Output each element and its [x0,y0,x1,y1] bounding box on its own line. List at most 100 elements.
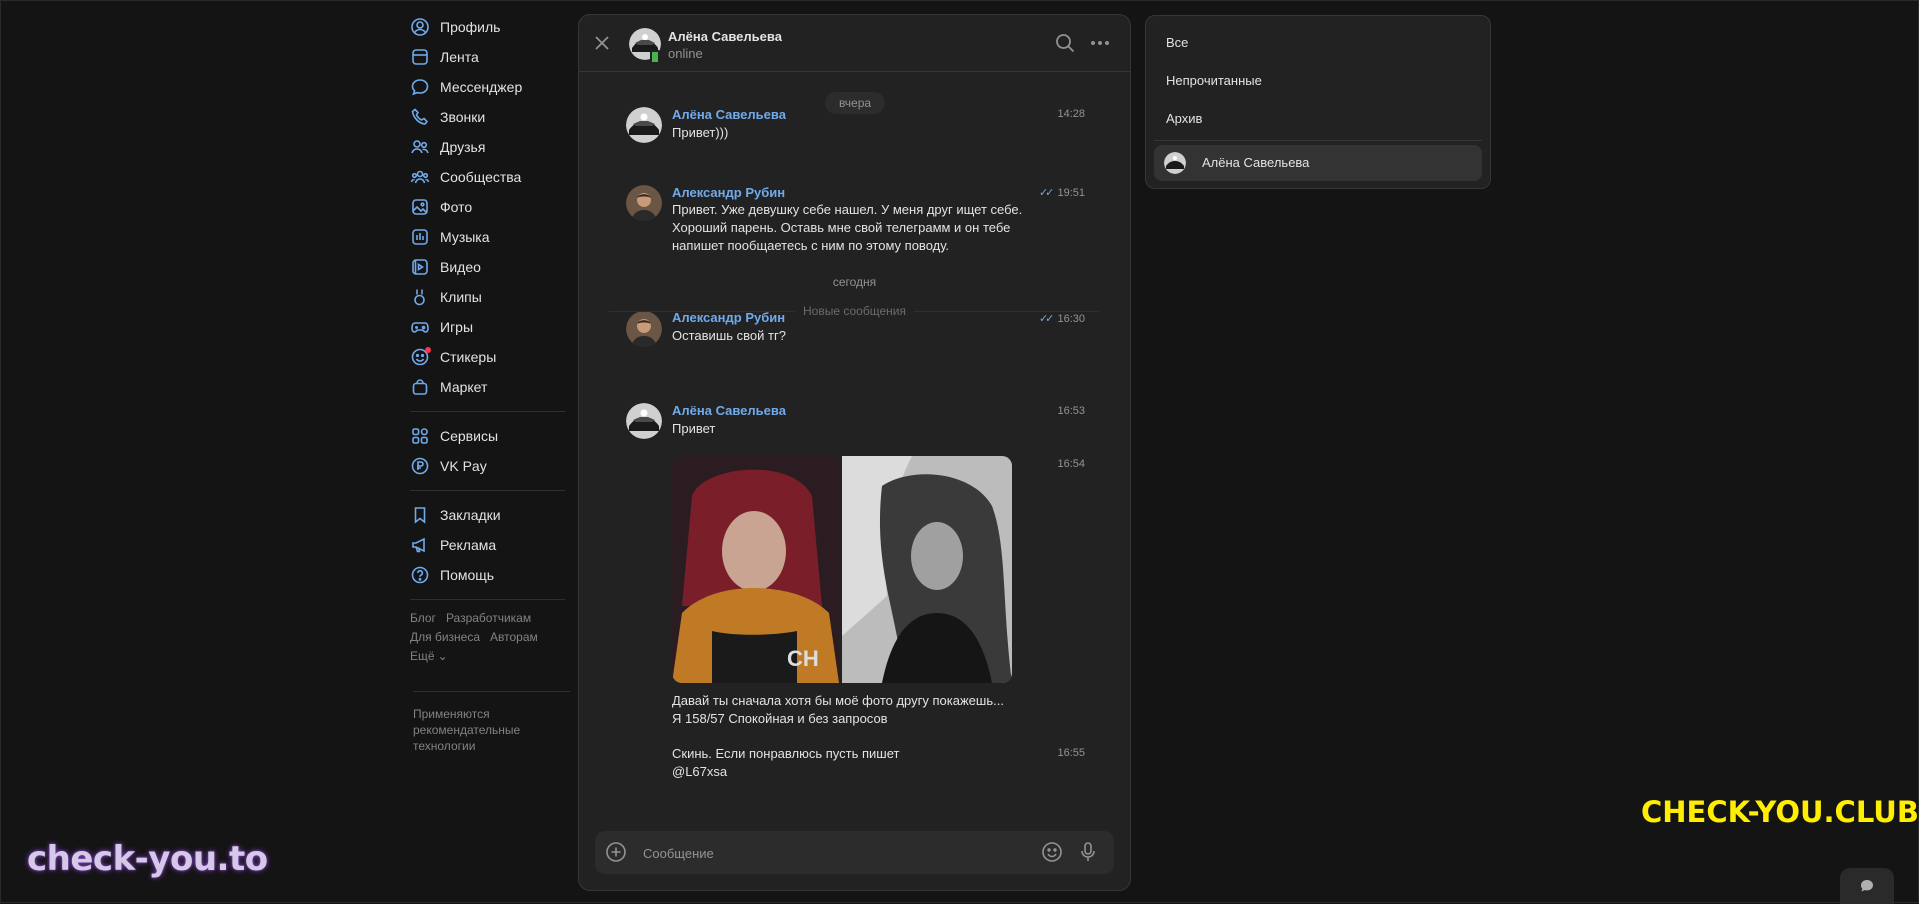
watermark-right: CHECK-YOU.CLUB [1641,795,1919,829]
footer-link-blog[interactable]: Блог [410,611,436,625]
nav-item-label: Сообщества [440,169,522,185]
folder-chat-item[interactable]: Алёна Савельева [1154,145,1482,181]
left-navigation: Профиль Лента Мессенджер Звонки Друзья С… [410,12,570,666]
nav-divider [410,599,565,600]
search-icon[interactable] [1054,32,1076,54]
nav-item-label: Реклама [440,537,497,553]
close-icon [595,36,609,50]
microphone-icon[interactable] [1077,841,1099,863]
photo-right[interactable] [842,456,1012,683]
message-line: @L67xsa [672,764,728,779]
chat-fab-button[interactable] [1840,868,1894,904]
nav-item-photo[interactable]: Фото [410,192,570,222]
footer-link-business[interactable]: Для бизнеса [410,630,480,644]
avatar[interactable] [626,107,662,143]
music-icon [410,227,430,247]
footer-link-more[interactable]: Ещё ⌄ [410,649,458,663]
communities-icon [410,167,430,187]
folder-unread[interactable]: Непрочитанные [1166,73,1262,88]
message-line: Оставишь свой тг? [672,328,786,343]
nav-item-label: Мессенджер [440,79,523,95]
folder-chat-name: Алёна Савельева [1202,155,1310,170]
nav-item-games[interactable]: Игры [410,312,570,342]
video-icon [410,257,430,277]
message-line: Привет [672,421,716,436]
vkpay-icon [410,456,430,476]
nav-item-label: Звонки [440,109,486,125]
nav-item-profile[interactable]: Профиль [410,12,570,42]
photo-left[interactable]: CH [672,456,839,683]
nav-item-video[interactable]: Видео [410,252,570,282]
message-bubble-icon [1861,880,1873,892]
nav-item-calls[interactable]: Звонки [410,102,570,132]
nav-item-clips[interactable]: Клипы [410,282,570,312]
nav-divider [410,490,565,491]
message-author[interactable]: Александр Рубин [672,185,785,200]
message-text: Привет))) [672,124,1032,142]
new-messages-label: Новые сообщения [579,304,1130,318]
message-line: напишет пообщаетесь с ним по этому повод… [672,238,950,253]
feed-icon [410,47,430,67]
nav-item-messenger[interactable]: Мессенджер [410,72,570,102]
nav-item-vkpay[interactable]: VK Pay [410,451,570,481]
nav-item-label: Помощь [440,567,495,583]
footer-link-authors[interactable]: Авторам [490,630,538,644]
avatar[interactable] [626,403,662,439]
read-checkmarks-icon: ✓✓ [1038,187,1055,199]
message-text: Скинь. Если понравлюсь пусть пишет @L67x… [672,745,1032,781]
nav-divider [410,411,565,412]
folder-archive[interactable]: Архив [1166,111,1202,126]
message-composer [595,831,1114,876]
nav-item-communities[interactable]: Сообщества [410,162,570,192]
megaphone-icon [410,535,430,555]
nav-item-label: Маркет [440,379,488,395]
message-line: Давай ты сначала хотя бы моё фото другу … [672,693,1004,708]
nav-item-ads[interactable]: Реклама [410,530,570,560]
message-text: Оставишь свой тг? [672,327,1032,345]
message-input[interactable] [641,831,1045,876]
sticker-smile-icon [410,347,431,367]
nav-item-stickers[interactable]: Стикеры [410,342,570,372]
message-text: Привет [672,420,1032,438]
recommendation-note: Применяются рекомендательные технологии [413,707,521,753]
phone-icon [410,107,430,127]
message-line: Привет))) [672,125,729,140]
nav-item-music[interactable]: Музыка [410,222,570,252]
message-time: 16:53 [1057,405,1085,417]
online-mobile-indicator [650,50,660,64]
folder-all[interactable]: Все [1166,35,1188,50]
photo-attachment[interactable]: CH [672,456,1012,683]
footer-link-developers[interactable]: Разработчикам [446,611,531,625]
nav-item-bookmarks[interactable]: Закладки [410,500,570,530]
chat-title[interactable]: Алёна Савельева [668,29,782,44]
svg-text:CH: CH [787,646,819,671]
nav-item-label: Лента [440,49,479,65]
emoji-icon[interactable] [1041,841,1063,863]
nav-item-friends[interactable]: Друзья [410,132,570,162]
message-time: 16:54 [1057,458,1085,470]
watermark-left: check-you.to [27,839,268,879]
chat-status: online [668,46,703,61]
nav-item-label: Видео [440,259,481,275]
nav-item-feed[interactable]: Лента [410,42,570,72]
add-attachment-icon[interactable] [605,841,627,863]
message-line: Скинь. Если понравлюсь пусть пишет [672,746,900,761]
nav-item-market[interactable]: Маркет [410,372,570,402]
nav-item-help[interactable]: Помощь [410,560,570,590]
message-author[interactable]: Алёна Савельева [672,403,786,418]
nav-item-label: Друзья [440,139,486,155]
photo-icon [410,197,430,217]
clips-icon [410,287,430,307]
chat-window: Алёна Савельева online вчера Алёна Савел… [578,14,1131,891]
message-line: Привет. Уже девушку себе нашел. У меня д… [672,202,1023,217]
nav-item-services[interactable]: Сервисы [410,421,570,451]
more-icon[interactable] [1089,32,1111,54]
close-button[interactable] [591,32,613,54]
message-author[interactable]: Алёна Савельева [672,107,786,122]
avatar[interactable] [626,185,662,221]
services-grid-icon [410,426,430,446]
portrait-image: CH [672,456,839,683]
footer-link-more-label: Ещё [410,649,435,663]
message-bubble-icon [410,77,430,97]
avatar [1164,152,1186,174]
